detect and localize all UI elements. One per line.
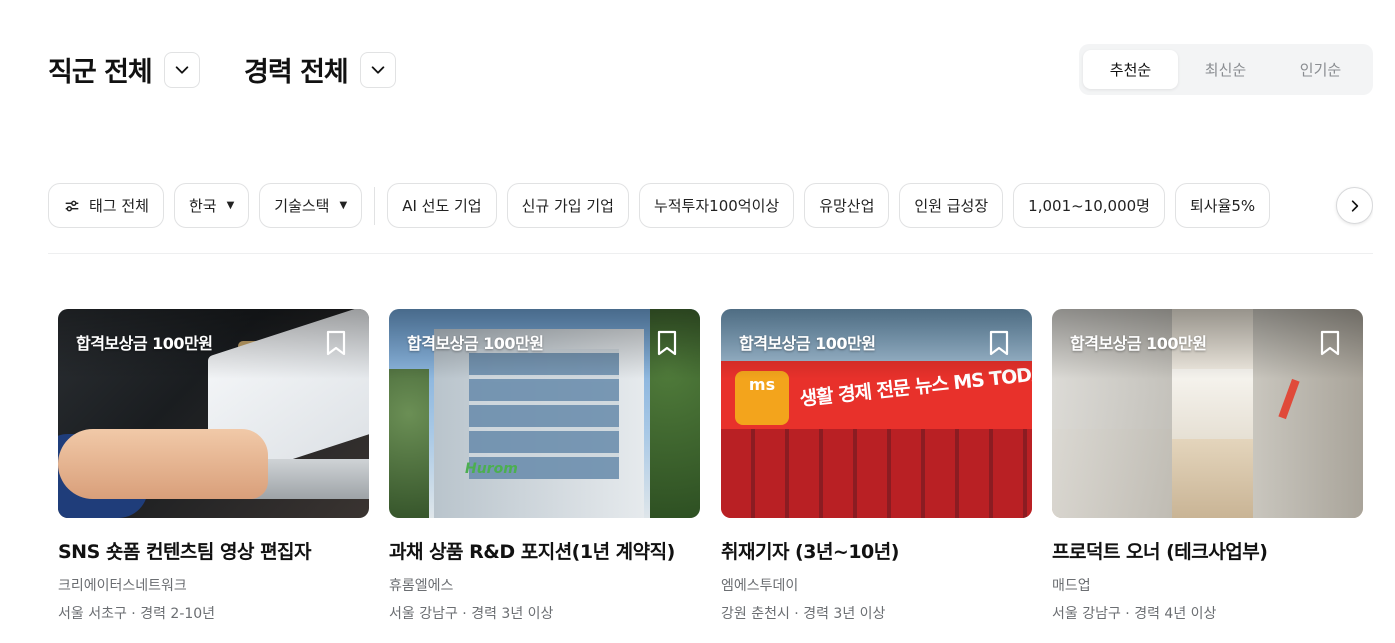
- job-title[interactable]: 프로덕트 오너 (테크사업부): [1052, 537, 1363, 564]
- job-card[interactable]: 합격보상금 100만원 SNS 숏폼 컨텐츠팀 영상 편집자 크리에이터스네트워…: [58, 309, 369, 623]
- filter-sliders-icon: [65, 200, 79, 211]
- chevron-down-icon: [371, 65, 385, 74]
- reward-badge: 합격보상금 100만원: [1070, 334, 1207, 353]
- reward-badge: 합격보상금 100만원: [739, 334, 876, 353]
- thumbnail-art: [1172, 369, 1262, 439]
- job-card[interactable]: Hurom 합격보상금 100만원 과채 상품 R&D 포지션(1년 계약직) …: [389, 309, 700, 623]
- chip-divider: [374, 186, 376, 225]
- job-thumbnail[interactable]: Hurom 합격보상금 100만원: [389, 309, 700, 518]
- tag-all-label: 태그 전체: [89, 197, 149, 215]
- career-label: 경력 전체: [244, 57, 349, 88]
- sort-toggle: 추천순 최신순 인기순: [1079, 44, 1373, 95]
- job-location-career: 강원 춘천시 · 경력 3년 이상: [721, 606, 886, 622]
- reward-badge: 합격보상금 100만원: [76, 334, 213, 353]
- bookmark-icon[interactable]: [1319, 330, 1341, 356]
- job-card[interactable]: 합격보상금 100만원 프로덕트 오너 (테크사업부) 매드업 서울 강남구 ·…: [1052, 309, 1363, 623]
- job-category-label: 직군 전체: [48, 57, 153, 88]
- job-location-career: 서울 서초구 · 경력 2-10년: [58, 606, 216, 622]
- tag-chip[interactable]: 퇴사율5%: [1174, 183, 1271, 228]
- sort-popular[interactable]: 인기순: [1273, 50, 1368, 89]
- section-divider: [48, 253, 1373, 254]
- company-name: 휴롬엘에스: [389, 578, 454, 594]
- country-label: 한국: [188, 197, 217, 215]
- tag-chip[interactable]: 유망산업: [804, 183, 890, 228]
- job-location-career: 서울 강남구 · 경력 3년 이상: [389, 606, 554, 622]
- chevron-down-icon: [175, 65, 189, 74]
- company-name: 엠에스투데이: [721, 578, 799, 594]
- hurom-logo: Hurom: [465, 461, 518, 477]
- job-card-list: 합격보상금 100만원 SNS 숏폼 컨텐츠팀 영상 편집자 크리에이터스네트워…: [58, 309, 1363, 622]
- tag-chip[interactable]: 신규 가입 기업: [506, 183, 629, 228]
- bookmark-icon[interactable]: [325, 330, 347, 356]
- chevron-right-icon: [1351, 199, 1358, 212]
- sort-latest[interactable]: 최신순: [1178, 50, 1273, 89]
- job-title[interactable]: SNS 숏폼 컨텐츠팀 영상 편집자: [58, 537, 369, 564]
- job-thumbnail[interactable]: 합격보상금 100만원: [58, 309, 369, 518]
- career-filter[interactable]: 경력 전체: [244, 50, 396, 89]
- tag-all-button[interactable]: 태그 전체: [48, 183, 164, 228]
- job-thumbnail[interactable]: 합격보상금 100만원: [1052, 309, 1363, 518]
- company-name: 매드업: [1052, 578, 1091, 594]
- tag-filter-bar: 태그 전체 한국 ▼ 기술스택 ▼ AI 선도 기업 신규 가입 기업 누적투자…: [48, 183, 1373, 228]
- bookmark-icon[interactable]: [656, 330, 678, 356]
- tag-chip[interactable]: 누적투자100억이상: [638, 183, 795, 228]
- career-dropdown-button[interactable]: [359, 51, 396, 88]
- tech-stack-dropdown[interactable]: 기술스택 ▼: [259, 183, 363, 228]
- bookmark-icon[interactable]: [988, 330, 1010, 356]
- job-category-filter[interactable]: 직군 전체: [48, 50, 200, 89]
- country-dropdown[interactable]: 한국 ▼: [173, 183, 250, 228]
- company-name: 크리에이터스네트워크: [58, 578, 187, 594]
- job-card[interactable]: ms 생활 경제 전문 뉴스 MS TODAY 합격보상금 100만원 취재기자…: [721, 309, 1032, 623]
- ms-logo: ms: [735, 371, 789, 425]
- tag-chip[interactable]: 인원 급성장: [899, 183, 1004, 228]
- tag-chip[interactable]: 1,001~10,000명: [1013, 183, 1165, 228]
- thumbnail-art: [58, 429, 268, 499]
- thumbnail-art: [389, 369, 429, 518]
- job-thumbnail[interactable]: ms 생활 경제 전문 뉴스 MS TODAY 합격보상금 100만원: [721, 309, 1032, 518]
- tag-chip[interactable]: AI 선도 기업: [387, 183, 497, 228]
- reward-badge: 합격보상금 100만원: [407, 334, 544, 353]
- filter-header: 직군 전체 경력 전체 추천순 최신순 인기순: [48, 44, 1373, 96]
- tags-next-button[interactable]: [1336, 187, 1373, 224]
- job-location-career: 서울 강남구 · 경력 4년 이상: [1052, 606, 1217, 622]
- thumbnail-art: [721, 429, 1032, 518]
- job-title[interactable]: 취재기자 (3년~10년): [721, 537, 1032, 564]
- caret-down-icon: ▼: [339, 200, 348, 211]
- sort-recommended[interactable]: 추천순: [1083, 50, 1178, 89]
- tech-stack-label: 기술스택: [274, 197, 330, 215]
- caret-down-icon: ▼: [226, 200, 235, 211]
- job-category-dropdown-button[interactable]: [163, 51, 200, 88]
- job-title[interactable]: 과채 상품 R&D 포지션(1년 계약직): [389, 537, 700, 564]
